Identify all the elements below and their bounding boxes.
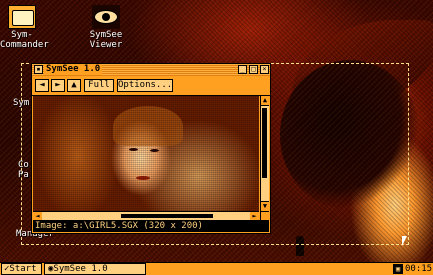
options-button[interactable]: Options... [117, 79, 173, 92]
tray-icon[interactable]: ▣ [393, 264, 403, 274]
photo-eye [150, 149, 159, 152]
desktop-icon-label: Co [18, 160, 29, 170]
scroll-down-icon[interactable]: ▼ [261, 201, 269, 211]
minimize-icon[interactable]: _ [238, 65, 247, 74]
system-tray: ▣ 00:15 [393, 263, 433, 275]
close-icon[interactable]: × [260, 65, 269, 74]
window-menu-icon[interactable]: ▪ [34, 65, 43, 74]
desktop-icon-label: SymSee [89, 30, 123, 40]
taskbar: ✓Start ◉SymSee 1.0 ▣ 00:15 [0, 262, 433, 275]
desktop-icon-label: Sym- [11, 30, 33, 40]
horizontal-scroll-thumb[interactable] [121, 214, 213, 218]
start-label: Start [9, 264, 37, 274]
maximize-icon[interactable]: □ [249, 65, 258, 74]
dragon-wing-art [283, 20, 433, 110]
desktop-icon-label: Commander [0, 40, 49, 50]
desktop-icon-symsee-viewer[interactable]: SymSee Viewer [84, 5, 128, 50]
photo-hair [113, 106, 183, 146]
previous-image-button[interactable]: ◄ [35, 79, 49, 92]
vertical-scroll-thumb[interactable] [262, 108, 267, 178]
horizontal-scrollbar[interactable]: ◄ ► [33, 211, 259, 220]
toolbar: ◄ ► ▲ Full Options... [32, 76, 270, 96]
desktop-icon-symcommander[interactable]: Sym- Commander [0, 5, 49, 50]
full-button[interactable]: Full [84, 79, 114, 92]
photo-eye [129, 148, 138, 151]
status-bar: Image: a:\GIRL5.SGX (320 x 200) [33, 220, 269, 232]
photo-lips [136, 176, 150, 180]
desktop-icon-partial-sym[interactable]: Sym [13, 98, 29, 108]
eye-icon [92, 5, 120, 29]
start-button[interactable]: ✓Start [1, 263, 42, 275]
window-title: SymSee 1.0 [44, 64, 103, 75]
desktop-icon-label: Sym [13, 98, 30, 108]
desktop-icon-label: Pa [18, 170, 29, 180]
next-image-button[interactable]: ► [51, 79, 65, 92]
scroll-up-icon[interactable]: ▲ [261, 96, 269, 106]
mouse-pointer-icon [402, 236, 407, 246]
dragon-art [280, 60, 420, 210]
symsee-window: ▪ SymSee 1.0 _ □ × ◄ ► ▲ Full Options...… [31, 63, 271, 234]
desktop-icon-label: Viewer [89, 40, 123, 50]
folder-eye-icon [8, 5, 36, 29]
vertical-scrollbar[interactable]: ▲ ▼ [260, 96, 269, 211]
task-label: SymSee 1.0 [53, 264, 108, 274]
image-viewport[interactable] [33, 96, 259, 211]
taskbar-item-symsee[interactable]: ◉SymSee 1.0 [44, 263, 146, 275]
scroll-right-icon[interactable]: ► [250, 212, 259, 220]
photo-image [33, 96, 259, 211]
eject-button[interactable]: ▲ [67, 79, 81, 92]
scroll-left-icon[interactable]: ◄ [33, 212, 42, 220]
clock: 00:15 [405, 264, 433, 274]
resize-grip-icon[interactable] [260, 211, 269, 220]
desktop-icon-partial-control-panel[interactable]: Co Pa [18, 160, 29, 180]
warrior-silhouette-art [296, 236, 304, 256]
